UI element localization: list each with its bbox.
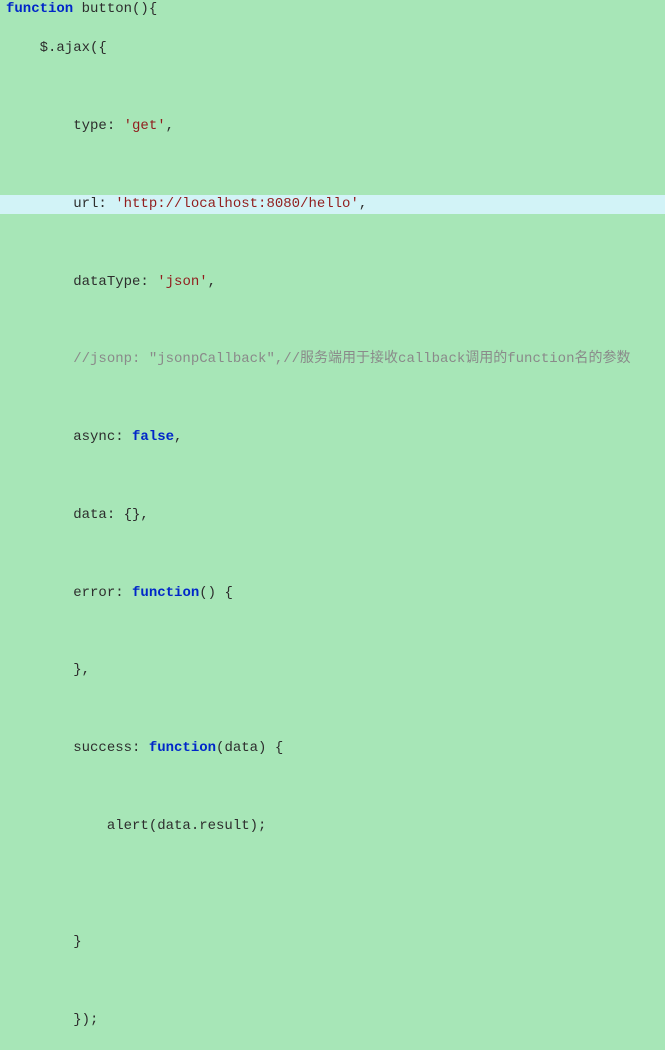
blank-line — [0, 701, 665, 720]
code-line: }); — [0, 1011, 665, 1031]
code-line: $.ajax({ — [0, 39, 665, 59]
blank-line — [0, 234, 665, 253]
code-line: function button(){ — [0, 0, 665, 20]
string-literal: 'http://localhost:8080/hello' — [115, 196, 359, 212]
blank-line — [0, 467, 665, 486]
keyword-function: function — [6, 1, 73, 17]
blank-line — [0, 312, 665, 331]
code-line: alert(data.result); — [0, 817, 665, 837]
string-literal: 'json' — [157, 274, 207, 290]
blank-line — [0, 973, 665, 992]
comment-line: //jsonp: "jsonpCallback",//服务端用于接收callba… — [0, 350, 665, 370]
blank-line — [0, 545, 665, 564]
keyword-function: function — [149, 740, 216, 756]
string-literal: 'get' — [124, 118, 166, 134]
code-block: function button(){ $.ajax({ type: 'get',… — [0, 0, 665, 1050]
code-line: type: 'get', — [0, 117, 665, 137]
code-line: }, — [0, 661, 665, 681]
blank-line — [0, 856, 665, 875]
code-line: success: function(data) { — [0, 739, 665, 759]
code-line: data: {}, — [0, 506, 665, 526]
code-line: } — [0, 933, 665, 953]
boolean-literal: false — [132, 429, 174, 445]
blank-line — [0, 623, 665, 642]
blank-line — [0, 156, 665, 175]
blank-line — [0, 778, 665, 797]
blank-line — [0, 895, 665, 914]
blank-line — [0, 78, 665, 97]
code-line: async: false, — [0, 428, 665, 448]
blank-line — [0, 390, 665, 409]
code-line: dataType: 'json', — [0, 273, 665, 293]
keyword-function: function — [132, 585, 199, 601]
code-line: error: function() { — [0, 584, 665, 604]
highlighted-line: url: 'http://localhost:8080/hello', — [0, 195, 665, 215]
